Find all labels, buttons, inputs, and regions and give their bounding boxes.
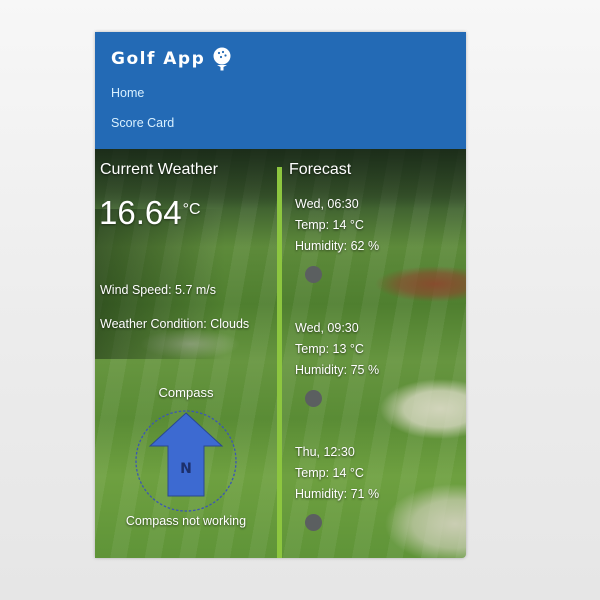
compass-north-label: N: [180, 461, 192, 477]
weather-panel: Current Weather 16.64°C Wind Speed: 5.7 …: [95, 149, 466, 558]
forecast-humidity: Humidity: 62 %: [295, 239, 380, 253]
golf-app-window: Golf App Home Score Card Current Weather…: [95, 32, 466, 558]
forecast-temp: Temp: 14 °C: [295, 466, 364, 480]
compass-widget: N: [135, 410, 237, 512]
compass-status: Compass not working: [125, 514, 247, 528]
forecast-temp: Temp: 14 °C: [295, 218, 364, 232]
weather-icon: [305, 266, 322, 283]
weather-icon: [305, 390, 322, 407]
nav-score-card-link[interactable]: Score Card: [111, 116, 174, 130]
golf-ball-tee-icon: [213, 47, 231, 71]
temperature-value: 16.64: [99, 194, 182, 231]
weather-condition: Weather Condition: Clouds: [100, 317, 250, 331]
nav-home-link[interactable]: Home: [111, 86, 144, 100]
weather-icon: [305, 514, 322, 531]
forecast-title: Forecast: [289, 161, 352, 178]
forecast-humidity: Humidity: 71 %: [295, 487, 380, 501]
forecast-item: Wed, 06:30 Temp: 14 °C Humidity: 62 %: [295, 194, 455, 283]
current-temperature: 16.64°C: [99, 194, 201, 232]
compass-arrow-icon: [148, 412, 224, 497]
temperature-unit: °C: [182, 201, 201, 218]
forecast-temp: Temp: 13 °C: [295, 342, 364, 356]
column-divider: [277, 167, 282, 558]
forecast-item: Wed, 09:30 Temp: 13 °C Humidity: 75 %: [295, 318, 455, 407]
forecast-item: Thu, 12:30 Temp: 14 °C Humidity: 71 %: [295, 442, 455, 531]
compass-title: Compass: [158, 385, 214, 400]
forecast-time: Wed, 09:30: [295, 321, 359, 335]
brand[interactable]: Golf App: [111, 47, 233, 71]
app-title: Golf App: [111, 49, 206, 69]
current-weather-title: Current Weather: [100, 161, 218, 178]
wind-speed: Wind Speed: 5.7 m/s: [100, 283, 217, 297]
forecast-time: Thu, 12:30: [295, 445, 355, 459]
forecast-time: Wed, 06:30: [295, 197, 359, 211]
app-header: Golf App Home Score Card: [95, 32, 466, 149]
forecast-humidity: Humidity: 75 %: [295, 363, 380, 377]
